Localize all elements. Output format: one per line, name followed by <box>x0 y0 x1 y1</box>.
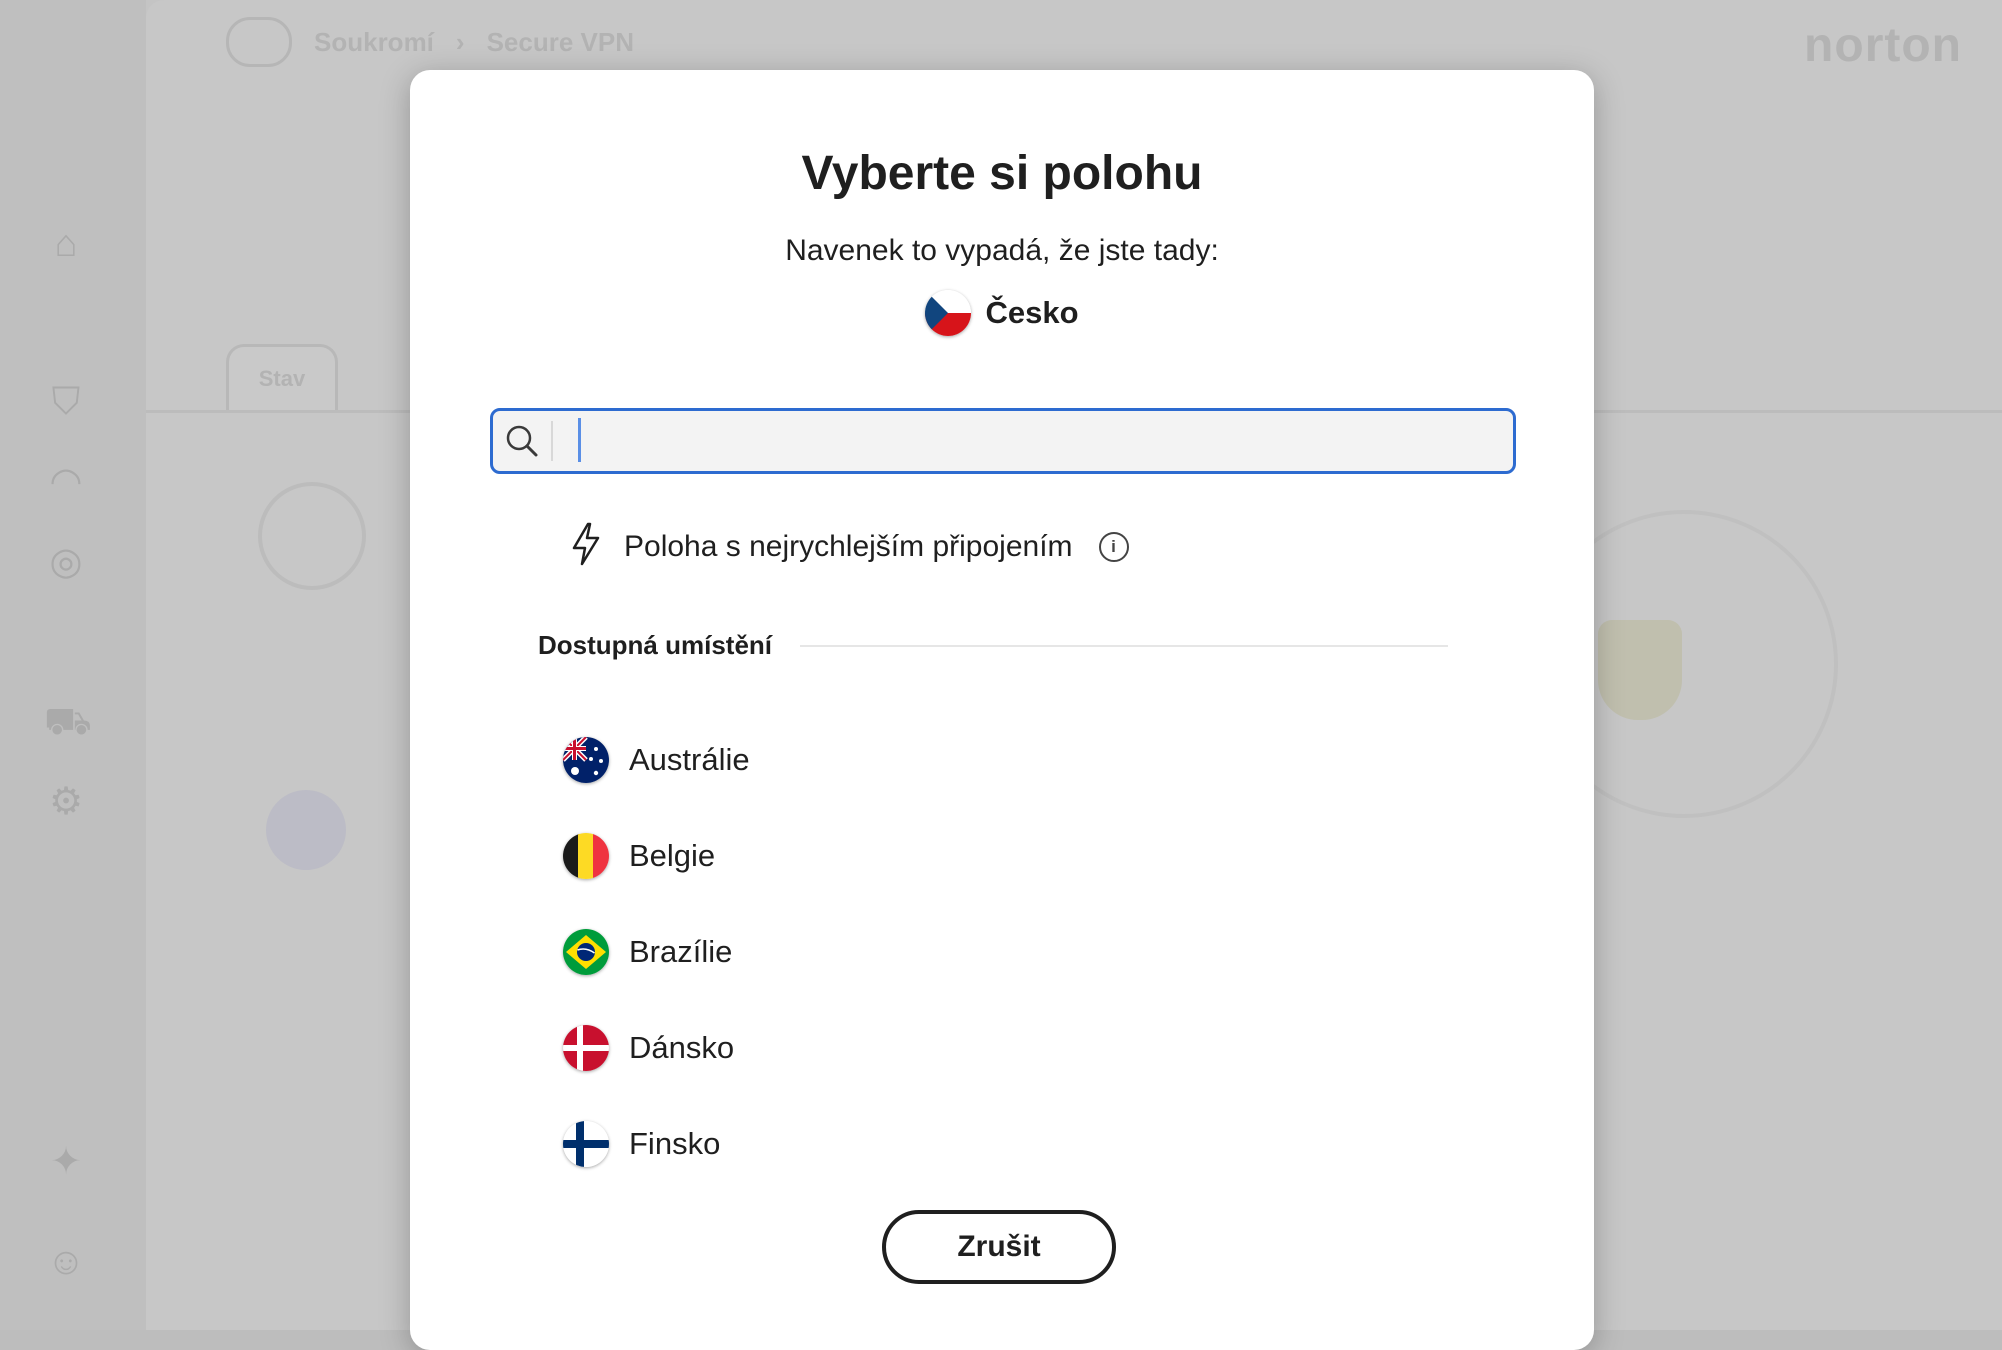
cart-icon: ⛟ <box>44 701 92 743</box>
shield-icon: ⛉ <box>51 381 81 423</box>
cz-flag-icon <box>925 290 972 336</box>
location-name: Belgie <box>629 838 716 873</box>
norton-logo: norton <box>1804 19 1962 72</box>
vpn-status-icon <box>258 482 366 590</box>
search-input[interactable] <box>553 412 1513 470</box>
be-flag-icon <box>563 833 609 879</box>
au-flag-icon <box>563 737 609 783</box>
breadcrumb-item: Secure VPN <box>486 26 634 57</box>
home-icon: ⌂ <box>54 223 78 265</box>
fastest-location-label: Poloha s nejrychlejším připojením <box>624 529 1073 563</box>
location-item-brazil[interactable]: Brazílie <box>563 904 750 1000</box>
available-locations-header: Dostupná umístění <box>538 630 1448 661</box>
info-icon[interactable]: i <box>1098 531 1129 562</box>
location-list: Austrálie Belgie Brazílie Dánsko Finsko <box>563 712 750 1192</box>
fingerprint-icon: ◎ <box>49 541 83 583</box>
lightning-icon <box>570 522 602 571</box>
br-flag-icon <box>563 929 609 975</box>
breadcrumb: Soukromí › Secure VPN <box>226 17 634 67</box>
location-name: Dánsko <box>629 1030 735 1065</box>
chevron-right-icon: › <box>455 26 465 57</box>
account-icon: ☺ <box>46 1241 86 1283</box>
fastest-location-option[interactable]: Poloha s nejrychlejším připojením i <box>570 522 1129 571</box>
location-name: Finsko <box>629 1126 721 1161</box>
location-item-belgium[interactable]: Belgie <box>563 808 750 904</box>
sidebar: ⌂ ⛉ ◠ ◎ ⛟ ⚙ ✦ ☺ <box>0 0 146 1330</box>
dk-flag-icon <box>563 1025 609 1071</box>
shield-icon <box>1598 620 1682 720</box>
fi-flag-icon <box>563 1121 609 1167</box>
search-field[interactable] <box>490 408 1516 474</box>
star-icon: ✦ <box>50 1141 82 1183</box>
dialog-title: Vyberte si polohu <box>801 147 1203 200</box>
breadcrumb-item: Soukromí <box>314 26 434 57</box>
location-item-finland[interactable]: Finsko <box>563 1096 750 1192</box>
location-name: Brazílie <box>629 934 733 969</box>
search-icon <box>493 411 551 471</box>
current-location: Česko <box>410 290 1594 336</box>
tab-status[interactable]: Stav <box>226 344 338 411</box>
current-location-name: Česko <box>985 295 1079 330</box>
flag-icon <box>266 790 346 870</box>
location-item-denmark[interactable]: Dánsko <box>563 1000 750 1096</box>
dialog-subtitle: Navenek to vypadá, že jste tady: <box>785 234 1219 267</box>
gear-icon: ⚙ <box>48 781 84 823</box>
section-divider <box>800 644 1448 647</box>
speedometer-icon: ◠ <box>49 461 83 503</box>
text-cursor <box>578 418 581 462</box>
location-name: Austrálie <box>629 742 750 777</box>
cancel-button[interactable]: Zrušit <box>882 1210 1116 1284</box>
section-label: Dostupná umístění <box>538 630 773 660</box>
back-button[interactable] <box>226 17 292 67</box>
location-dialog: Vyberte si polohu Navenek to vypadá, že … <box>410 70 1594 1350</box>
location-item-australia[interactable]: Austrálie <box>563 712 750 808</box>
